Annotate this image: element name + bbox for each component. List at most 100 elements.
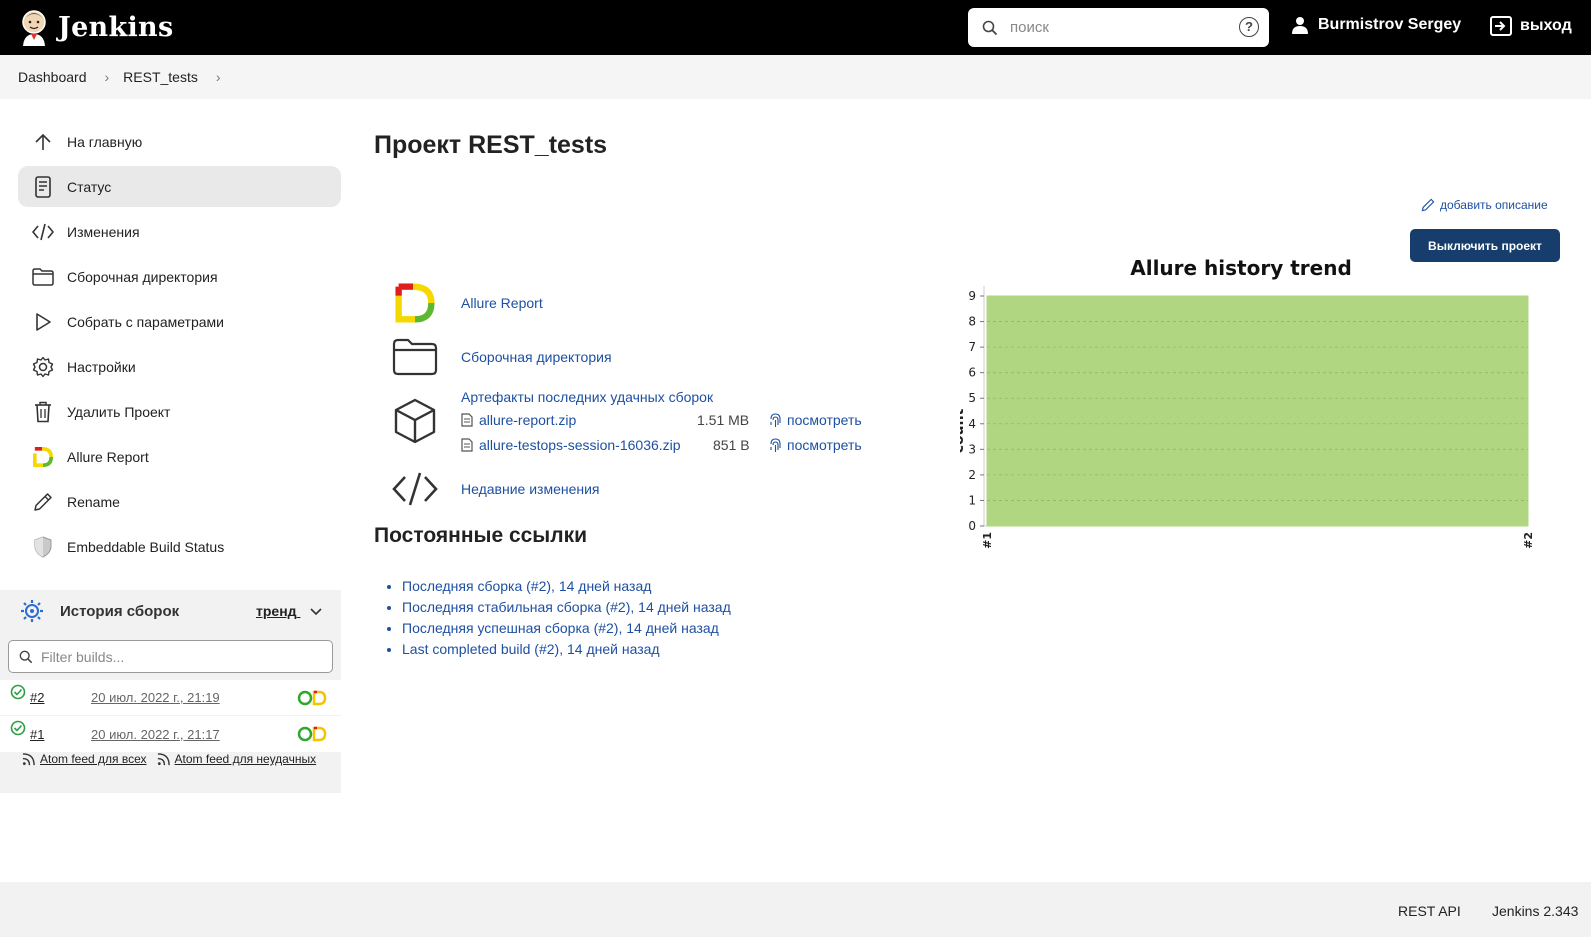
artifact-size: 1.51 MB bbox=[697, 412, 750, 428]
sidebar-item-changes[interactable]: Изменения bbox=[18, 211, 341, 252]
allure-report-link-item: Allure Report bbox=[391, 279, 543, 327]
sidebar-item-settings[interactable]: Настройки bbox=[18, 346, 341, 387]
sidebar: На главную Статус Изменения Сборочная ди… bbox=[18, 121, 341, 571]
sidebar-item-label: Allure Report bbox=[67, 448, 149, 465]
chevron-right-icon[interactable]: › bbox=[105, 69, 110, 85]
y-tick-label: 1 bbox=[968, 493, 976, 507]
permalink-last-build[interactable]: Последняя сборка (#2), 14 дней назад bbox=[402, 578, 651, 594]
filter-builds-box[interactable] bbox=[8, 640, 333, 673]
build-number-link[interactable]: #1 bbox=[30, 727, 44, 742]
build-history-icon bbox=[21, 600, 43, 622]
list-item: Last completed build (#2), 14 дней назад bbox=[402, 641, 731, 662]
artifact-row: allure-testops-session-16036.zip 851 B п… bbox=[461, 437, 862, 453]
sidebar-item-allure-report[interactable]: Allure Report bbox=[18, 436, 341, 477]
logout-link[interactable]: выход bbox=[1490, 16, 1572, 36]
sidebar-item-label: Embeddable Build Status bbox=[67, 538, 225, 555]
build-date-link[interactable]: 20 июл. 2022 г., 21:19 bbox=[91, 690, 220, 705]
sidebar-item-rename[interactable]: Rename bbox=[18, 481, 341, 522]
fingerprint-icon bbox=[770, 412, 781, 427]
artifact-row: allure-report.zip 1.51 MB посмотреть bbox=[461, 412, 862, 428]
jenkins-logo[interactable]: Jenkins bbox=[18, 8, 173, 48]
breadcrumb-project[interactable]: REST_tests bbox=[123, 69, 198, 85]
search-input[interactable] bbox=[1010, 19, 1220, 36]
artifacts-link-item bbox=[391, 389, 461, 445]
shield-icon bbox=[32, 535, 54, 558]
atom-feed-all-link[interactable]: Atom feed для всех bbox=[40, 752, 147, 766]
breadcrumb-dashboard[interactable]: Dashboard bbox=[18, 69, 87, 85]
y-tick-label: 4 bbox=[968, 417, 976, 431]
permalink-last-successful[interactable]: Последняя успешная сборка (#2), 14 дней … bbox=[402, 620, 719, 636]
sidebar-item-delete-project[interactable]: Удалить Проект bbox=[18, 391, 341, 432]
fingerprint-icon bbox=[770, 437, 781, 452]
allure-badge-icon[interactable] bbox=[297, 726, 329, 742]
atom-feed-failed-link[interactable]: Atom feed для неудачных bbox=[175, 752, 317, 766]
artifacts-link[interactable]: Артефакты последних удачных сборок bbox=[461, 389, 713, 405]
workspace-link-item: Сборочная директория bbox=[391, 333, 612, 381]
rss-icon bbox=[157, 752, 170, 765]
rest-api-link[interactable]: REST API bbox=[1398, 903, 1461, 919]
recent-changes-link[interactable]: Недавние изменения bbox=[461, 481, 600, 497]
sidebar-item-label: Изменения bbox=[67, 223, 140, 240]
y-tick-label: 6 bbox=[968, 366, 976, 380]
x-tick-label: #1 bbox=[981, 532, 994, 549]
page-title: Проект REST_tests bbox=[374, 131, 608, 159]
rss-icon bbox=[22, 752, 35, 765]
y-tick-label: 5 bbox=[968, 391, 976, 405]
allure-trend-chart[interactable]: Allure history trend 0 1 2 3 4 5 6 7 8 9 #1 #2 count bbox=[951, 256, 1560, 566]
document-icon bbox=[32, 175, 54, 198]
artifact-file-link[interactable]: allure-report.zip bbox=[479, 412, 576, 428]
app-name: Jenkins bbox=[58, 12, 174, 43]
changes-link-item: Недавние изменения bbox=[391, 465, 600, 513]
workspace-link[interactable]: Сборочная директория bbox=[461, 349, 612, 365]
logout-icon bbox=[1490, 16, 1512, 36]
filter-builds-input[interactable] bbox=[41, 648, 311, 665]
search-box[interactable]: ? bbox=[968, 8, 1269, 47]
build-history-header: История сборок тренд bbox=[0, 590, 341, 632]
code-icon bbox=[32, 221, 54, 243]
artifact-file-link[interactable]: allure-testops-session-16036.zip bbox=[479, 437, 681, 453]
view-artifact[interactable]: посмотреть bbox=[769, 437, 862, 453]
build-date-link[interactable]: 20 июл. 2022 г., 21:17 bbox=[91, 727, 220, 742]
view-artifact-link[interactable]: посмотреть bbox=[787, 437, 862, 453]
sidebar-item-workspace[interactable]: Сборочная директория bbox=[18, 256, 341, 297]
success-icon bbox=[10, 720, 26, 736]
pencil-icon bbox=[1421, 198, 1435, 212]
y-tick-label: 0 bbox=[968, 519, 976, 533]
view-artifact[interactable]: посмотреть bbox=[769, 412, 862, 428]
view-artifact-link[interactable]: посмотреть bbox=[787, 412, 862, 428]
trend-link[interactable]: тренд bbox=[256, 603, 323, 619]
y-tick-label: 8 bbox=[968, 315, 976, 329]
build-row: #1 20 июл. 2022 г., 21:17 bbox=[0, 716, 341, 752]
add-description-link[interactable]: добавить описание bbox=[1421, 198, 1548, 212]
sidebar-item-home[interactable]: На главную bbox=[18, 121, 341, 162]
jenkins-butler-icon bbox=[22, 9, 46, 46]
allure-icon bbox=[32, 446, 54, 468]
sidebar-item-build-with-params[interactable]: Собрать с параметрами bbox=[18, 301, 341, 342]
code-icon bbox=[391, 465, 439, 513]
build-row: #2 20 июл. 2022 г., 21:19 bbox=[0, 680, 341, 715]
user-name: Burmistrov Sergey bbox=[1318, 16, 1462, 33]
sidebar-item-status[interactable]: Статус bbox=[18, 166, 341, 207]
trash-icon bbox=[32, 401, 54, 423]
list-item: Последняя стабильная сборка (#2), 14 дне… bbox=[402, 599, 731, 620]
permalink-last-completed[interactable]: Last completed build (#2), 14 дней назад bbox=[402, 641, 660, 657]
jenkins-version-link[interactable]: Jenkins 2.343 bbox=[1492, 903, 1578, 919]
top-header: Jenkins ? Burmistrov Sergey выход bbox=[0, 0, 1591, 55]
user-menu[interactable]: Burmistrov Sergey bbox=[1291, 16, 1461, 34]
build-number-link[interactable]: #2 bbox=[30, 690, 44, 705]
y-axis-label: count bbox=[960, 408, 967, 453]
sidebar-item-label: На главную bbox=[67, 133, 143, 150]
permalinks-title: Постоянные ссылки bbox=[374, 524, 588, 547]
help-icon[interactable]: ? bbox=[1239, 17, 1259, 37]
sidebar-item-embeddable-build-status[interactable]: Embeddable Build Status bbox=[18, 526, 341, 567]
chart-title: Allure history trend bbox=[1130, 256, 1352, 280]
artifact-size: 851 B bbox=[713, 437, 750, 453]
permalinks-list: Последняя сборка (#2), 14 дней назад Пос… bbox=[402, 578, 731, 662]
chevron-right-icon[interactable]: › bbox=[216, 69, 221, 85]
gear-icon bbox=[32, 356, 54, 378]
permalink-last-stable[interactable]: Последняя стабильная сборка (#2), 14 дне… bbox=[402, 599, 731, 615]
allure-badge-icon[interactable] bbox=[297, 690, 329, 706]
footer: REST API Jenkins 2.343 bbox=[0, 882, 1591, 937]
search-icon bbox=[19, 650, 33, 663]
allure-report-link[interactable]: Allure Report bbox=[461, 295, 543, 311]
